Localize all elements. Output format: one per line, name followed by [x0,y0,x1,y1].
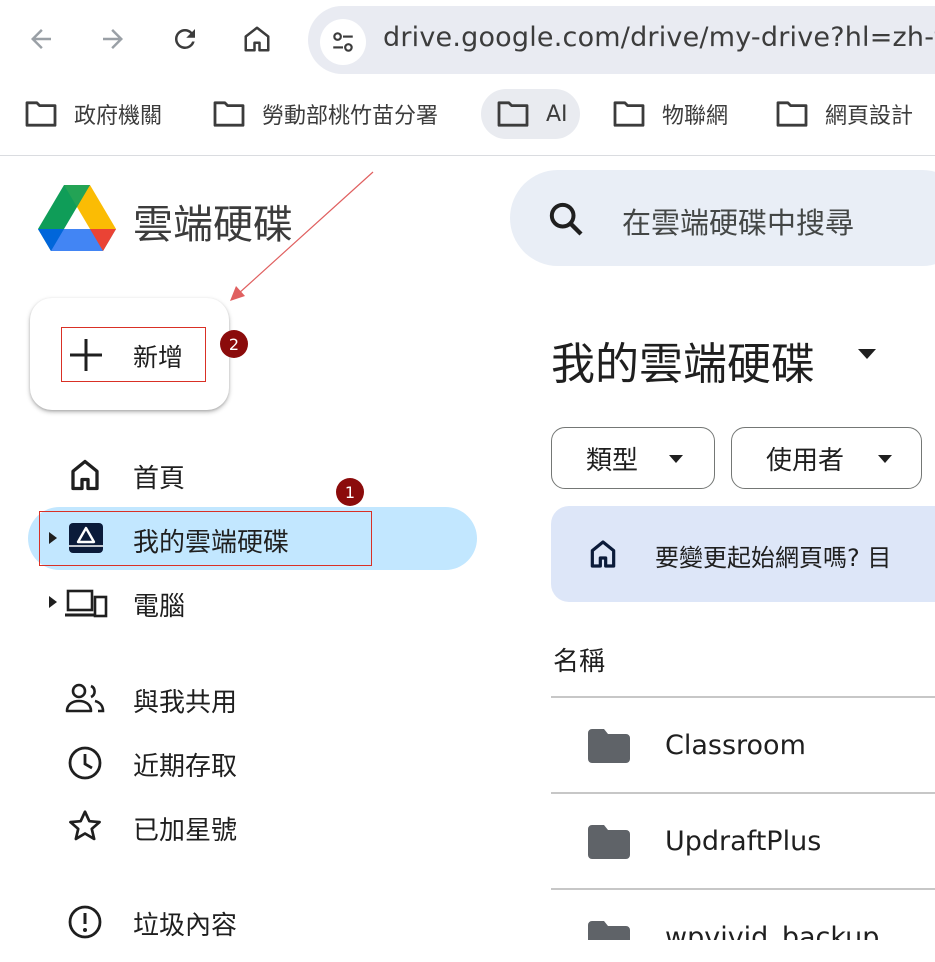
sidebar-item-recent[interactable]: 近期存取 [133,746,237,783]
reload-icon [174,28,195,49]
sidebar-item-spam[interactable]: 垃圾內容 [133,905,237,942]
back-button[interactable] [21,19,61,59]
site-info-button[interactable] [320,19,366,65]
bookmark-gov[interactable]: 政府機關 [24,89,162,139]
app-name[interactable]: 雲端硬碟 [133,192,293,250]
sidebar-item-shared[interactable]: 與我共用 [133,682,237,719]
star-icon [69,810,101,841]
column-header-name[interactable]: 名稱 [553,641,605,678]
home-icon [244,26,270,52]
arrow-left-icon [31,29,51,49]
bookmark-label: 物聯網 [662,104,729,129]
forward-button[interactable] [93,19,133,59]
folder-icon [588,921,630,940]
arrow-right-icon [103,29,123,49]
computer-icon [65,589,108,618]
bookmark-label: 政府機關 [74,104,163,129]
folder-outline-icon [25,101,57,127]
page-title[interactable]: 我的雲端硬碟 [551,328,815,392]
bookmark-label: 勞動部桃竹苗分署 [262,104,439,129]
sidebar-item-home[interactable]: 首頁 [133,458,185,495]
expand-arrow-icon[interactable] [47,594,59,610]
bookmark-label: 網頁設計 [825,104,914,129]
search-input[interactable]: 在雲端硬碟中搜尋 [622,200,854,242]
people-icon [65,683,105,713]
filter-people-chip[interactable]: 使用者 [731,427,922,489]
chevron-down-icon[interactable] [856,347,878,361]
chip-label: 使用者 [766,445,845,476]
bookmark-ai[interactable]: AI [481,89,580,139]
folder-outline-icon [776,101,808,127]
banner-text: 要變更起始網頁嗎? 目 [655,544,892,572]
home-icon [71,459,99,491]
bookmark-webdesign[interactable]: 網頁設計 [775,89,913,139]
annotation-badge-2: 2 [220,330,248,358]
filter-type-chip[interactable]: 類型 [551,427,715,489]
folder-icon [588,729,630,763]
chip-label: 類型 [586,445,639,476]
sidebar-item-computers[interactable]: 電腦 [133,586,185,623]
chevron-down-icon [669,455,683,463]
annotation-box-1 [39,511,372,566]
annotation-box-2 [61,327,206,382]
url-text[interactable]: drive.google.com/drive/my-drive?hl=zh-tw [383,22,935,53]
reload-button[interactable] [165,19,205,59]
sidebar-item-starred[interactable]: 已加星號 [133,810,237,847]
clock-icon [68,746,102,780]
bookmark-iot[interactable]: 物聯網 [612,89,728,139]
file-name: UpdraftPlus [665,826,822,857]
search-icon[interactable] [546,199,586,239]
spam-icon [68,905,102,939]
bookmark-label: AI [546,101,568,127]
drive-logo-icon [38,185,116,251]
bookmark-labor[interactable]: 勞動部桃竹苗分署 [212,89,438,139]
file-row-wpvivid[interactable]: wpvivid_backup [551,890,935,940]
file-name: wpvivid_backup [665,922,880,940]
home-icon [590,540,616,568]
file-name: Classroom [665,730,806,761]
tune-icon [333,32,353,52]
home-button[interactable] [237,19,277,59]
folder-outline-icon [213,101,245,127]
chevron-down-icon [878,455,892,463]
folder-icon [588,825,630,859]
folder-outline-icon [497,101,529,127]
folder-outline-icon [613,101,645,127]
annotation-badge-1: 1 [336,478,364,506]
